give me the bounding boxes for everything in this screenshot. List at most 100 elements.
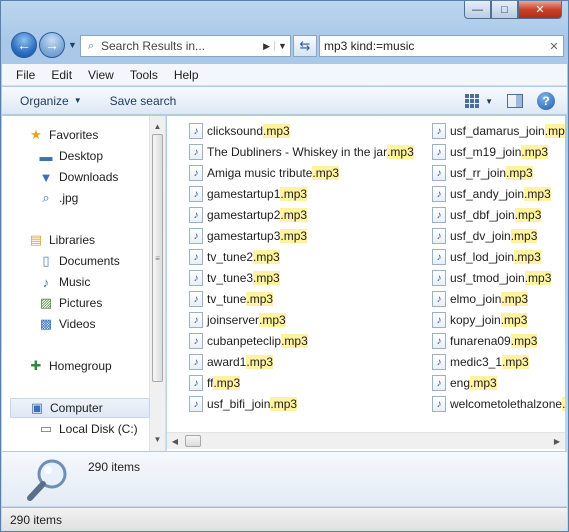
breadcrumb-arrow-icon[interactable]: ▶ <box>259 41 274 52</box>
file-item[interactable]: ♪ joinserver .mp3 <box>189 310 286 330</box>
file-item[interactable]: ♪ cubanpeteclip .mp3 <box>189 331 308 351</box>
audio-file-icon: ♪ <box>189 396 203 412</box>
file-item[interactable]: ♪ usf_bifi_join .mp3 <box>189 394 298 414</box>
audio-file-icon: ♪ <box>189 186 203 202</box>
file-extension-highlight: .mp3 <box>259 313 286 327</box>
file-item[interactable]: ♪ ff .mp3 <box>189 373 241 393</box>
nav-item-label: .jpg <box>59 191 79 205</box>
scroll-up-icon[interactable]: ▲ <box>150 118 165 134</box>
file-item[interactable]: ♪ usf_lod_join .mp3 <box>432 247 541 267</box>
file-item[interactable]: ♪ gamestartup2 .mp3 <box>189 205 308 225</box>
close-button[interactable]: ✕ <box>518 1 562 19</box>
file-item[interactable]: ♪ award1 .mp3 <box>189 352 274 372</box>
nav-item-homegroup[interactable]: ✚ Homegroup <box>28 356 112 376</box>
file-item[interactable]: ♪ Amiga music tribute .mp3 <box>189 163 340 183</box>
search-box[interactable]: ✕ <box>319 35 564 57</box>
forward-button[interactable]: → <box>39 32 65 58</box>
file-item[interactable]: ♪ usf_tmod_join .mp3 <box>432 268 552 288</box>
recent-pages-dropdown-icon[interactable]: ▼ <box>68 40 77 50</box>
file-name: usf_m19_join <box>450 145 522 159</box>
audio-file-icon: ♪ <box>432 249 446 265</box>
file-name: usf_bifi_join <box>207 397 271 411</box>
address-bar[interactable]: ⌕ Search Results in... ▶ ▼ <box>80 35 291 57</box>
nav-item-music[interactable]: ♪ Music <box>38 272 91 292</box>
file-name: eng <box>450 376 471 390</box>
menu-file[interactable]: File <box>8 68 43 82</box>
audio-file-icon: ♪ <box>189 270 203 286</box>
file-name: Amiga music tribute <box>207 166 313 180</box>
menu-help[interactable]: Help <box>166 68 207 82</box>
file-item[interactable]: ♪ tv_tune .mp3 <box>189 289 274 309</box>
file-item[interactable]: ♪ gamestartup3 .mp3 <box>189 226 308 246</box>
nav-item-documents[interactable]: ▯ Documents <box>38 251 119 271</box>
audio-file-icon: ♪ <box>189 249 203 265</box>
nav-item-favorites[interactable]: ★ Favorites <box>28 125 98 145</box>
nav-item-label: Computer <box>50 401 103 415</box>
file-item[interactable]: ♪ elmo_join .mp3 <box>432 289 529 309</box>
file-extension-highlight: .mp3 <box>253 250 280 264</box>
file-item[interactable]: ♪ medic3_1 .mp3 <box>432 352 529 372</box>
file-item[interactable]: ♪ funarena09 .mp3 <box>432 331 538 351</box>
menu-view[interactable]: View <box>80 68 122 82</box>
file-item[interactable]: ♪ usf_damarus_join.mp3 <box>432 121 565 141</box>
file-item[interactable]: ♪ tv_tune2 .mp3 <box>189 247 280 267</box>
nav-item-local-disk-c[interactable]: ▭ Local Disk (C:) <box>38 419 138 439</box>
back-button[interactable]: ← <box>11 32 37 58</box>
file-name: usf_tmod_join <box>450 271 525 285</box>
nav-item-computer[interactable]: ▣ Computer <box>10 398 150 418</box>
view-controls: ▼ ? <box>465 92 555 110</box>
nav-item-desktop[interactable]: ▬ Desktop <box>38 146 104 166</box>
nav-item-pictures[interactable]: ▨ Pictures <box>38 293 103 313</box>
scroll-left-icon[interactable]: ◀ <box>167 433 183 449</box>
clear-search-icon[interactable]: ✕ <box>545 40 563 53</box>
file-item[interactable]: ♪ The Dubliners - Whiskey in the jar .mp3 <box>189 142 414 162</box>
search-results-icon: ⌕ <box>87 39 95 52</box>
refresh-button[interactable]: ⇆ <box>293 35 317 57</box>
file-item[interactable]: ♪ clicksound .mp3 <box>189 121 290 141</box>
menu-edit[interactable]: Edit <box>43 68 80 82</box>
change-view-icon[interactable] <box>465 94 480 108</box>
audio-file-icon: ♪ <box>189 333 203 349</box>
file-item[interactable]: ♪ usf_andy_join .mp3 <box>432 184 551 204</box>
preview-pane-icon[interactable] <box>507 94 523 108</box>
file-item[interactable]: ♪ gamestartup1 .mp3 <box>189 184 308 204</box>
file-item[interactable]: ♪ usf_dv_join .mp3 <box>432 226 538 246</box>
file-extension-highlight: .mp3 <box>500 313 528 327</box>
file-item[interactable]: ♪ eng .mp3 <box>432 373 497 393</box>
file-item[interactable]: ♪ usf_m19_join .mp3 <box>432 142 549 162</box>
address-dropdown-icon[interactable]: ▼ <box>274 41 290 51</box>
nav-item-libraries[interactable]: ▤ Libraries <box>28 230 95 250</box>
organize-dropdown-icon: ▼ <box>73 96 82 105</box>
file-item[interactable]: ♪ tv_tune3 .mp3 <box>189 268 280 288</box>
menu-tools[interactable]: Tools <box>122 68 166 82</box>
file-name: The Dubliners - Whiskey in the jar <box>207 145 388 159</box>
nav-item-jpg[interactable]: ⌕ .jpg <box>38 188 78 208</box>
nav-item-label: Pictures <box>59 296 103 310</box>
audio-file-icon: ♪ <box>432 228 446 244</box>
help-icon[interactable]: ? <box>537 92 555 110</box>
minimize-button[interactable]: — <box>464 1 491 19</box>
file-item[interactable]: ♪ usf_dbf_join .mp3 <box>432 205 542 225</box>
nav-item-videos[interactable]: ▩ Videos <box>38 314 96 334</box>
file-list-horizontal-scrollbar[interactable]: ◀ ▶ <box>167 432 565 449</box>
maximize-button[interactable]: □ <box>491 1 518 19</box>
scroll-down-icon[interactable]: ▼ <box>150 431 165 447</box>
view-options-dropdown-icon[interactable]: ▼ <box>485 97 493 106</box>
command-bar: Organize ▼ Save search ▼ ? <box>2 87 567 115</box>
nav-scroll-thumb[interactable]: ≡ <box>152 134 163 382</box>
file-name: usf_andy_join <box>450 187 525 201</box>
horizontal-scroll-thumb[interactable] <box>185 435 201 447</box>
file-extension-highlight: .mp3 <box>470 376 497 390</box>
file-item[interactable]: ♪ kopy_join .mp3 <box>432 310 528 330</box>
organize-button[interactable]: Organize ▼ <box>20 94 82 108</box>
save-search-button[interactable]: Save search <box>110 94 177 108</box>
file-item[interactable]: ♪ usf_rr_join .mp3 <box>432 163 533 183</box>
search-input[interactable] <box>324 39 545 53</box>
file-name: usf_rr_join <box>450 166 507 180</box>
nav-pane-scrollbar[interactable]: ▲ ≡ ▼ <box>149 116 165 451</box>
file-item[interactable]: ♪ welcometolethalzone.mp3 <box>432 394 565 414</box>
nav-item-downloads[interactable]: ▼ Downloads <box>38 167 119 187</box>
file-name: usf_lod_join <box>450 250 515 264</box>
scroll-right-icon[interactable]: ▶ <box>549 433 565 449</box>
address-text[interactable]: Search Results in... <box>101 39 259 53</box>
